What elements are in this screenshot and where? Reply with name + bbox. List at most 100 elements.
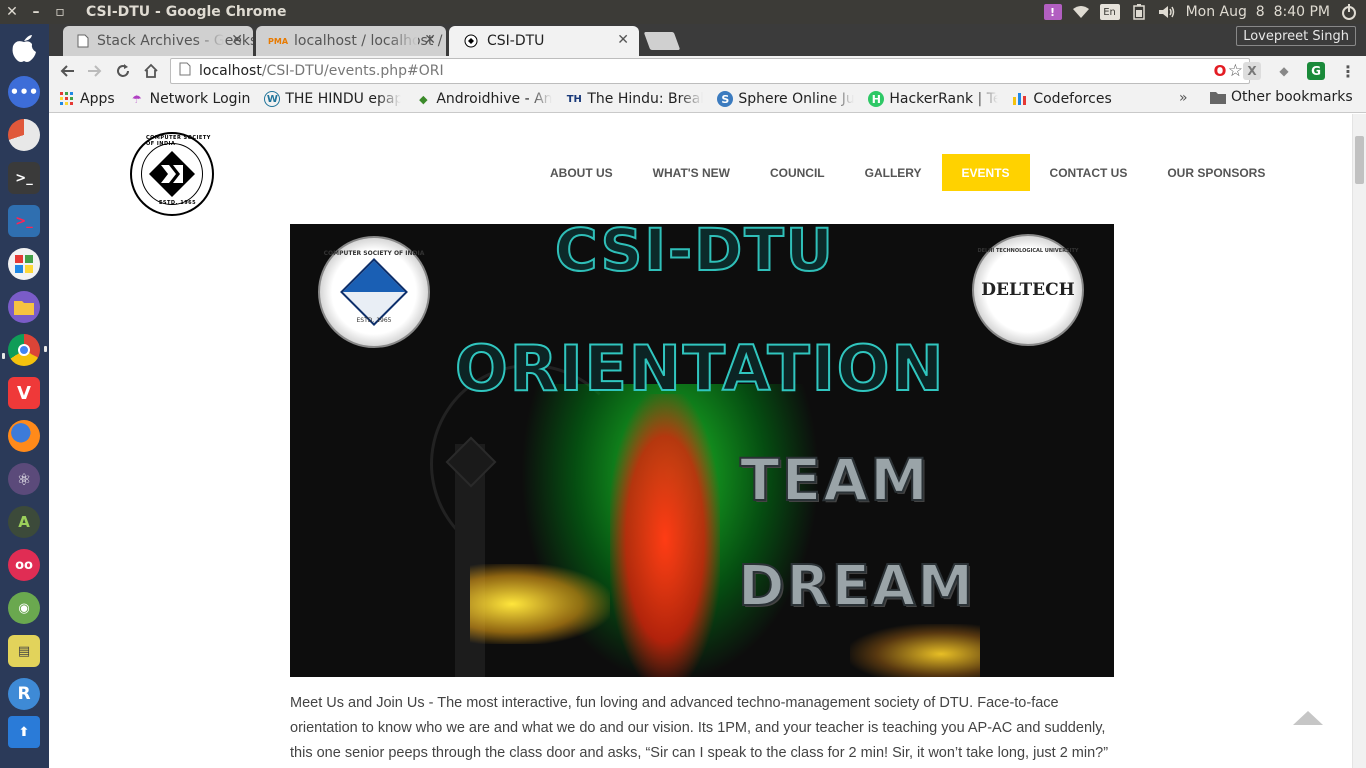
nav-contact-us[interactable]: CONTACT US <box>1030 154 1148 191</box>
tab-close-icon[interactable]: ✕ <box>231 32 243 48</box>
orientation-banner-image: CSI-DTU ORIENTATION TEAM DREAM COMPUTER … <box>290 224 1114 677</box>
new-tab-button[interactable] <box>643 32 681 50</box>
tab-close-icon[interactable]: ✕ <box>424 32 436 48</box>
dash-icon[interactable]: ••• <box>8 76 40 108</box>
terminal-icon[interactable]: >_ <box>8 162 40 194</box>
seal-deltech-text: DELTECH <box>981 280 1075 300</box>
bookmark-the-hindu-news[interactable]: TH The Hindu: Breaking News <box>566 91 704 107</box>
bookmark-hackerrank[interactable]: H HackerRank | Tech <box>868 91 999 107</box>
disk-usage-icon[interactable] <box>8 119 40 151</box>
csi-favicon <box>463 33 479 49</box>
browser-toolbar: localhost/CSI-DTU/events.php#ORI ☆ O X ◆… <box>49 56 1366 86</box>
banner-red-flame <box>610 394 720 677</box>
android-studio-icon[interactable]: A <box>8 506 40 538</box>
bookmark-the-hindu-epaper[interactable]: W THE HINDU epaper <box>264 91 402 107</box>
tab-close-icon[interactable]: ✕ <box>617 32 629 48</box>
bookmark-label: Androidhive - Android <box>436 91 553 107</box>
hackerrank-icon: H <box>868 91 885 107</box>
apps-grid-icon <box>59 91 75 107</box>
browser-tab-strip: Stack Archives - GeeksforGeeks ✕ PMA loc… <box>49 24 1366 56</box>
bookmark-label: The Hindu: Breaking News <box>587 91 703 107</box>
home-icon[interactable] <box>140 60 162 82</box>
apple-logo-icon[interactable] <box>8 32 40 64</box>
window-maximize-button[interactable]: ▫ <box>48 4 72 20</box>
scroll-to-top-icon[interactable] <box>1293 711 1323 725</box>
window-close-button[interactable]: ✕ <box>0 4 24 20</box>
bookmarks-overflow-button[interactable]: » <box>1179 90 1188 106</box>
vivaldi-icon[interactable]: V <box>8 377 40 409</box>
window-minimize-button[interactable]: – <box>24 4 48 20</box>
bookmark-apps[interactable]: Apps <box>59 91 115 107</box>
bookmark-star-icon[interactable]: ☆ <box>1228 61 1243 81</box>
atom-icon[interactable]: ⚛ <box>8 463 40 495</box>
page-scrollbar[interactable] <box>1352 114 1366 768</box>
bookmark-spoj[interactable]: S Sphere Online Judge <box>717 91 855 107</box>
umbrella-icon: ☂ <box>131 92 142 106</box>
keyboard-layout-indicator[interactable]: En <box>1099 4 1120 20</box>
banner-title-dream: DREAM <box>737 553 975 620</box>
tab-phpmyadmin[interactable]: PMA localhost / localhost / phpMyAdmin ✕ <box>256 26 446 56</box>
clock[interactable]: Mon Aug 8 8:40 PM <box>1186 4 1330 20</box>
software-center-icon[interactable] <box>8 248 40 280</box>
files-icon[interactable] <box>8 291 40 323</box>
other-bookmarks-folder[interactable]: Other bookmarks <box>1210 89 1353 105</box>
profile-button[interactable]: Lovepreet Singh <box>1236 26 1356 46</box>
back-icon[interactable] <box>56 60 78 82</box>
folder-icon <box>1210 89 1226 105</box>
chrome-icon[interactable] <box>8 334 40 366</box>
flickr-icon[interactable]: oo <box>8 549 40 581</box>
page-icon <box>77 33 89 49</box>
page-info-icon[interactable] <box>179 62 191 80</box>
bookmark-label: THE HINDU epaper <box>285 91 402 107</box>
spoj-icon: S <box>717 91 734 107</box>
nav-gallery[interactable]: GALLERY <box>845 154 942 191</box>
csi-diamond-icon <box>340 258 408 326</box>
logo-emblem-icon <box>149 151 195 197</box>
csi-logo[interactable]: COMPUTER SOCIETY OF INDIA ESTD. 1965 <box>130 132 214 216</box>
nav-about-us[interactable]: ABOUT US <box>530 154 633 191</box>
app-launcher: ••• >_ >_ V ⚛ A oo ◉ ▤ R ⬆ <box>0 24 49 768</box>
url-path: /CSI-DTU/events.php#ORI <box>261 63 444 79</box>
bookmark-label: Codeforces <box>1033 91 1112 107</box>
tab-csi-dtu[interactable]: CSI-DTU ✕ <box>449 26 639 56</box>
updater-icon[interactable]: ⬆ <box>8 716 40 748</box>
nav-whats-new[interactable]: WHAT'S NEW <box>633 154 750 191</box>
rstudio-icon[interactable]: R <box>8 678 40 710</box>
wifi-icon[interactable] <box>1072 4 1090 20</box>
bookmark-codeforces[interactable]: Codeforces <box>1012 91 1112 107</box>
nav-events[interactable]: EVENTS <box>941 154 1030 191</box>
firefox-icon[interactable] <box>8 420 40 452</box>
genymotion-icon[interactable]: ◉ <box>8 592 40 624</box>
banner-yellow-light <box>470 564 610 644</box>
battery-icon[interactable] <box>1130 4 1148 20</box>
nav-council[interactable]: COUNCIL <box>750 154 845 191</box>
running-indicator <box>2 353 5 359</box>
address-bar[interactable]: localhost/CSI-DTU/events.php#ORI ☆ <box>170 58 1250 84</box>
bookmark-label: HackerRank | Tech <box>889 91 999 107</box>
tab-fade <box>388 26 418 56</box>
focus-indicator <box>44 346 47 352</box>
tab-stack-archives[interactable]: Stack Archives - GeeksforGeeks ✕ <box>63 26 253 56</box>
logo-ring-text: COMPUTER SOCIETY OF INDIA <box>146 135 211 147</box>
x-extension-icon[interactable]: X <box>1243 62 1261 80</box>
bookmark-network-login[interactable]: ☂ Network Login <box>129 91 251 107</box>
power-settings-icon[interactable] <box>1340 4 1358 20</box>
url-host: localhost <box>199 63 262 79</box>
forward-icon[interactable] <box>84 60 106 82</box>
terminal-blue-icon[interactable]: >_ <box>8 205 40 237</box>
seal-estd: ESTD. 1965 <box>356 317 392 324</box>
scrollbar-thumb[interactable] <box>1355 136 1364 184</box>
g-extension-icon[interactable]: G <box>1307 62 1325 80</box>
volume-icon[interactable] <box>1158 4 1176 20</box>
seal-ring-text: COMPUTER SOCIETY OF INDIA <box>323 250 425 257</box>
bookmark-androidhive[interactable]: ◆ Androidhive - Android <box>415 91 553 107</box>
reload-icon[interactable] <box>112 60 134 82</box>
main-navigation: ABOUT US WHAT'S NEW COUNCIL GALLERY EVEN… <box>530 154 1285 191</box>
tab-fade <box>195 26 225 56</box>
nav-our-sponsors[interactable]: OUR SPONSORS <box>1147 154 1285 191</box>
chrome-menu-icon[interactable]: ⋮ <box>1339 62 1357 81</box>
update-alert-icon[interactable]: ! <box>1043 4 1062 20</box>
archive-manager-icon[interactable]: ▤ <box>8 635 40 667</box>
cube-extension-icon[interactable]: ◆ <box>1275 62 1293 80</box>
opera-extension-icon[interactable]: O <box>1211 62 1229 80</box>
